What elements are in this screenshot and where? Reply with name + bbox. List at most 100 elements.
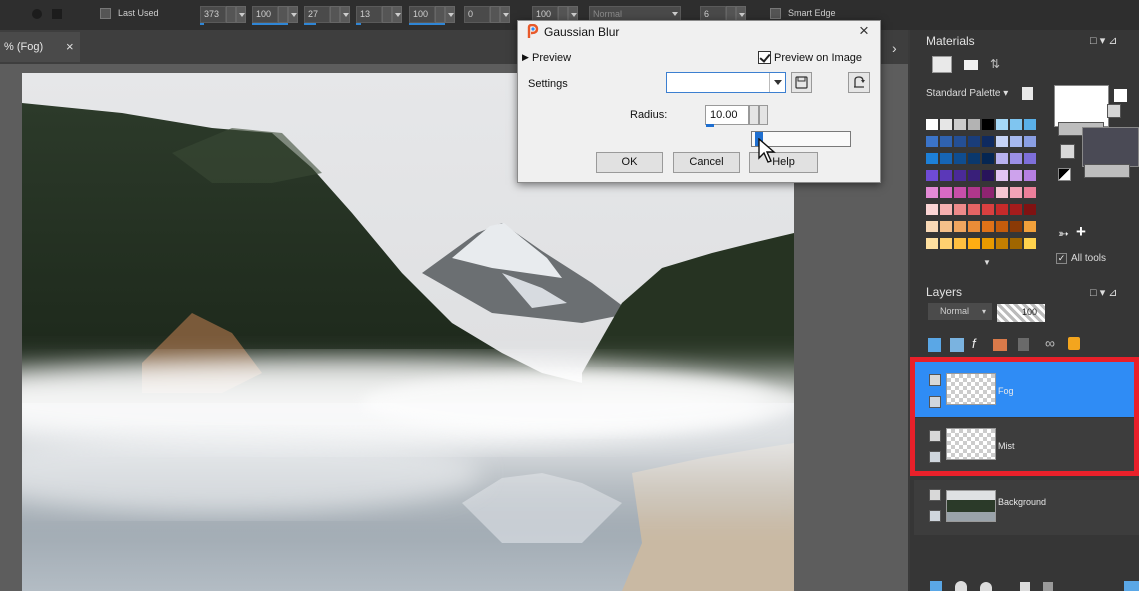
hardness-dropdown[interactable]	[288, 6, 298, 23]
density-dropdown[interactable]	[392, 6, 402, 23]
size-dropdown[interactable]	[236, 6, 246, 23]
swatches-tab-icon[interactable]	[932, 56, 952, 73]
palette-swatch[interactable]	[1010, 221, 1022, 232]
palette-swatch[interactable]	[1024, 221, 1036, 232]
palette-swatch[interactable]	[982, 136, 994, 147]
layer-visibility-icon[interactable]	[929, 489, 941, 501]
palette-swatch[interactable]	[1010, 187, 1022, 198]
color-palette[interactable]	[926, 119, 1041, 259]
size-spinner[interactable]	[226, 6, 236, 23]
density-field[interactable]: 13	[356, 6, 382, 23]
palette-select[interactable]: Standard Palette ▾	[926, 88, 1018, 104]
palette-swatch[interactable]	[1010, 136, 1022, 147]
palette-swatch[interactable]	[954, 204, 966, 215]
swap-colors-icon[interactable]	[1060, 144, 1075, 159]
palette-swatch[interactable]	[1024, 136, 1036, 147]
lock-icon[interactable]	[1068, 337, 1080, 350]
radius-input[interactable]: 10.00	[705, 105, 749, 127]
rotation-dropdown[interactable]	[500, 6, 510, 23]
palette-swatch[interactable]	[1024, 187, 1036, 198]
palette-swatch[interactable]	[926, 204, 938, 215]
palette-swatch[interactable]	[940, 238, 952, 249]
palette-swatch[interactable]	[982, 204, 994, 215]
palette-swatch[interactable]	[996, 119, 1008, 130]
save-preset-button[interactable]	[791, 72, 812, 93]
layer-properties-icon[interactable]	[1124, 581, 1139, 591]
chevron-down-icon[interactable]	[769, 73, 785, 92]
palette-swatch[interactable]	[926, 170, 938, 181]
palette-swatch[interactable]	[1024, 204, 1036, 215]
reset-button[interactable]	[848, 72, 870, 93]
palette-swatch[interactable]	[982, 170, 994, 181]
step-dropdown[interactable]	[340, 6, 350, 23]
palette-swatch[interactable]	[968, 187, 980, 198]
foreground-color-swatch[interactable]	[1054, 85, 1109, 127]
palette-swatch[interactable]	[996, 187, 1008, 198]
palette-swatch[interactable]	[1010, 153, 1022, 164]
palette-swatch[interactable]	[926, 153, 938, 164]
fg-texture-box[interactable]	[1114, 89, 1127, 102]
palette-swatch[interactable]	[982, 187, 994, 198]
new-mask-icon[interactable]	[950, 338, 964, 352]
close-icon[interactable]: ×	[859, 21, 869, 41]
palette-swatch[interactable]	[996, 170, 1008, 181]
palette-swatch[interactable]	[926, 221, 938, 232]
thickness-dropdown[interactable]	[445, 6, 455, 23]
swap-tab-icon[interactable]: ⇅	[990, 57, 1004, 71]
palette-swatch[interactable]	[954, 136, 966, 147]
thickness-field[interactable]: 100	[409, 6, 435, 23]
palette-swatch[interactable]	[1024, 153, 1036, 164]
palette-swatch[interactable]	[954, 187, 966, 198]
panel-menu-icon[interactable]: □ ▾ ⊿	[1090, 286, 1118, 299]
chevron-right-icon[interactable]: ›	[892, 40, 897, 56]
merge-icon[interactable]	[1020, 582, 1030, 591]
palette-swatch[interactable]	[940, 221, 952, 232]
new-layer-icon[interactable]	[928, 338, 941, 352]
add-icon[interactable]: +	[1076, 222, 1086, 242]
palette-swatch[interactable]	[968, 170, 980, 181]
palette-swatch[interactable]	[996, 153, 1008, 164]
layer-opacity-field[interactable]: 100	[997, 304, 1045, 322]
bg-material-icons[interactable]	[1084, 164, 1130, 178]
fill-icon[interactable]	[955, 581, 967, 591]
all-tools-checkbox[interactable]: ✓	[1056, 253, 1067, 264]
trash-icon[interactable]	[1043, 582, 1053, 591]
preview-toggle[interactable]: Preview	[532, 52, 571, 64]
mask-icon[interactable]	[980, 582, 992, 591]
palette-swatch[interactable]	[968, 221, 980, 232]
background-color-swatch[interactable]	[1082, 127, 1139, 167]
chevron-down-icon[interactable]: ▼	[983, 258, 991, 267]
size-field[interactable]: 373	[200, 6, 226, 23]
hardness-spinner[interactable]	[278, 6, 288, 23]
panel-menu-icon[interactable]: □ ▾ ⊿	[1090, 34, 1118, 47]
palette-swatch[interactable]	[1024, 170, 1036, 181]
palette-swatch[interactable]	[954, 153, 966, 164]
layer-tools-icon[interactable]	[930, 581, 942, 591]
density-spinner[interactable]	[382, 6, 392, 23]
palette-options-icon[interactable]	[1022, 87, 1033, 100]
settings-select[interactable]	[666, 72, 786, 93]
smart-edge-checkbox[interactable]	[770, 8, 781, 19]
palette-swatch[interactable]	[968, 119, 980, 130]
palette-swatch[interactable]	[982, 238, 994, 249]
eyedropper-icon[interactable]: ➳	[1058, 226, 1069, 242]
palette-swatch[interactable]	[1010, 204, 1022, 215]
step-spinner[interactable]	[330, 6, 340, 23]
delete-layer-icon[interactable]	[1018, 338, 1029, 351]
palette-swatch[interactable]	[940, 170, 952, 181]
expand-arrow-icon[interactable]: ▶	[522, 52, 529, 63]
palette-swatch[interactable]	[940, 153, 952, 164]
palette-swatch[interactable]	[954, 119, 966, 130]
document-tab[interactable]: % (Fog) ×	[0, 32, 80, 62]
palette-swatch[interactable]	[996, 204, 1008, 215]
palette-swatch[interactable]	[968, 204, 980, 215]
palette-swatch[interactable]	[968, 153, 980, 164]
palette-swatch[interactable]	[926, 238, 938, 249]
palette-swatch[interactable]	[954, 238, 966, 249]
palette-swatch[interactable]	[1024, 238, 1036, 249]
close-icon[interactable]: ×	[66, 32, 74, 62]
layer-blend-mode-select[interactable]: Normal ▾	[928, 303, 992, 320]
eye-icon[interactable]	[929, 510, 941, 522]
palette-swatch[interactable]	[982, 153, 994, 164]
radius-spinner[interactable]	[749, 105, 759, 125]
